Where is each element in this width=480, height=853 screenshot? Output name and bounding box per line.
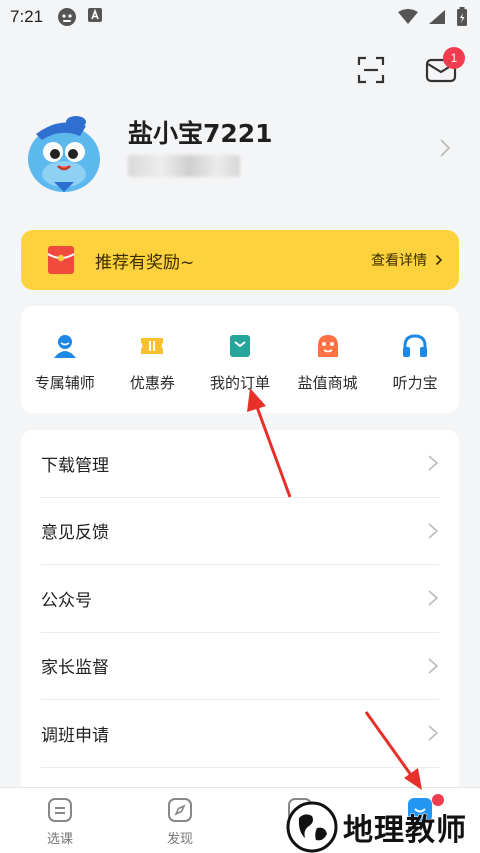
globe-logo-icon bbox=[286, 801, 338, 852]
nav-label: 选课 bbox=[46, 832, 73, 847]
menu-item-label: 公众号 bbox=[41, 590, 92, 611]
red-envelope-icon bbox=[47, 246, 75, 274]
menu-item-label: 家长监督 bbox=[41, 658, 109, 679]
quick-action-orders[interactable]: 我的订单 bbox=[196, 306, 284, 413]
menu-item-download-manager[interactable]: 下载管理 bbox=[41, 430, 439, 498]
quick-action-label: 我的订单 bbox=[209, 374, 270, 392]
watermark: 地理教师 bbox=[285, 800, 480, 853]
quick-action-label: 专属辅师 bbox=[34, 374, 95, 392]
scan-icon[interactable] bbox=[357, 56, 385, 84]
tutor-icon bbox=[53, 335, 76, 358]
battery-icon bbox=[457, 7, 467, 26]
quick-action-label: 听力宝 bbox=[392, 374, 438, 392]
status-time: 7:21 bbox=[10, 7, 44, 26]
banner-link-label: 查看详情 bbox=[371, 253, 427, 269]
quick-action-label: 盐值商城 bbox=[297, 374, 358, 392]
quick-action-coupon[interactable]: 优惠券 bbox=[109, 306, 197, 413]
quick-action-shop[interactable]: 盐值商城 bbox=[284, 306, 372, 413]
quick-action-listening[interactable]: 听力宝 bbox=[371, 306, 459, 413]
banner-text: 推荐有奖励~ bbox=[95, 252, 195, 273]
chevron-right-icon bbox=[428, 455, 439, 471]
menu-item-parental-supervision[interactable]: 家长监督 bbox=[41, 633, 439, 700]
username: 盐小宝7221 bbox=[128, 119, 273, 148]
menu-item-class-transfer[interactable]: 调班申请 bbox=[41, 700, 439, 768]
chevron-right-icon bbox=[428, 725, 439, 741]
mail-badge: 1 bbox=[443, 47, 465, 69]
compass-icon bbox=[168, 798, 192, 822]
menu-item-official-account[interactable]: 公众号 bbox=[41, 565, 439, 633]
user-id-redacted bbox=[128, 155, 240, 177]
referral-banner[interactable]: 推荐有奖励~ 查看详情 bbox=[21, 230, 459, 290]
status-right-icons bbox=[398, 7, 468, 27]
nav-label: 发现 bbox=[166, 832, 193, 847]
banner-details-link[interactable]: 查看详情 bbox=[371, 250, 443, 270]
nav-tab-discover[interactable]: 发现 bbox=[120, 788, 240, 853]
status-notification-icons bbox=[57, 7, 103, 27]
watermark-text: 地理教师 bbox=[343, 812, 467, 848]
shop-icon bbox=[317, 335, 338, 357]
chevron-right-icon bbox=[428, 658, 439, 674]
app-a-icon bbox=[88, 8, 103, 22]
settings-menu: 下载管理 意见反馈 公众号 家长监督 调班申请 bbox=[21, 430, 459, 790]
chevron-right-icon bbox=[435, 254, 443, 266]
wifi-icon bbox=[398, 9, 418, 24]
menu-item-feedback[interactable]: 意见反馈 bbox=[41, 498, 439, 565]
course-icon bbox=[48, 798, 72, 822]
coupon-icon bbox=[141, 338, 164, 354]
android-icon bbox=[58, 8, 77, 26]
chevron-right-icon[interactable] bbox=[438, 138, 452, 158]
signal-icon bbox=[429, 10, 445, 24]
quick-action-label: 优惠券 bbox=[129, 374, 175, 392]
quick-action-tutor[interactable]: 专属辅师 bbox=[21, 306, 109, 413]
avatar[interactable] bbox=[24, 112, 104, 194]
menu-item-label: 下载管理 bbox=[41, 455, 109, 476]
menu-item-label: 调班申请 bbox=[41, 725, 109, 746]
status-bar: 7:21 bbox=[0, 0, 480, 34]
chevron-right-icon bbox=[428, 523, 439, 539]
quick-actions-card: 专属辅师 优惠券 我的订单 盐值商城 听力宝 bbox=[21, 306, 459, 413]
chevron-right-icon bbox=[428, 590, 439, 606]
order-icon bbox=[229, 335, 250, 357]
menu-item-label: 意见反馈 bbox=[41, 523, 109, 544]
nav-tab-courses[interactable]: 选课 bbox=[0, 788, 120, 853]
headphones-icon bbox=[403, 334, 428, 357]
